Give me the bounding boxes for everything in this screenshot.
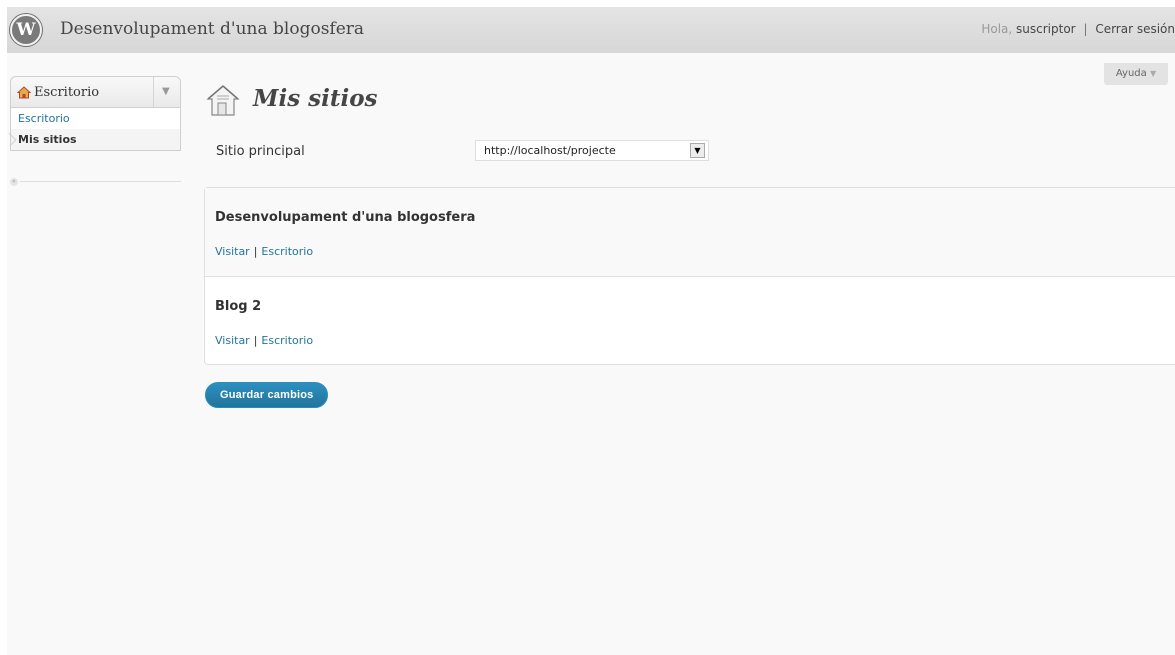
current-indicator (4, 132, 17, 146)
site-name: Desenvolupament d'una blogosfera (215, 210, 476, 225)
menu-divider (153, 77, 154, 107)
link-separator: | (253, 334, 258, 347)
site-name: Blog 2 (215, 299, 262, 314)
chevron-down-icon[interactable]: ▼ (162, 86, 170, 97)
greeting-text: Hola, (981, 22, 1013, 36)
visit-link[interactable]: Visitar (215, 334, 250, 347)
sites-table: Desenvolupament d'una blogosfera Visitar… (204, 187, 1175, 365)
site-row: Desenvolupament d'una blogosfera Visitar… (205, 188, 1175, 276)
admin-page: W Desenvolupament d'una blogosfera Hola,… (4, 7, 1175, 655)
site-links: Visitar | Escritorio (215, 245, 313, 258)
site-title[interactable]: Desenvolupament d'una blogosfera (60, 19, 364, 39)
submenu-item-mis-sitios[interactable]: Mis sitios (4, 129, 180, 150)
menu-dashboard-label: Escritorio (34, 85, 100, 100)
primary-site-select[interactable]: http://localhost/projecte ▼ (475, 140, 709, 161)
admin-header: W Desenvolupament d'una blogosfera Hola,… (7, 7, 1175, 53)
home-icon (17, 86, 31, 99)
page-title: Mis sitios (253, 85, 378, 112)
admin-menu: Escritorio ▼ Escritorio Mis sitios (4, 76, 181, 151)
dashboard-link[interactable]: Escritorio (261, 245, 313, 258)
dashboard-link[interactable]: Escritorio (261, 334, 313, 347)
site-links: Visitar | Escritorio (215, 334, 313, 347)
collapse-line (20, 181, 181, 182)
collapse-menu: « (10, 178, 181, 186)
primary-site-value: http://localhost/projecte (484, 144, 616, 157)
chevron-down-icon: ▼ (1149, 69, 1157, 78)
site-row: Blog 2 Visitar | Escritorio (205, 276, 1175, 364)
username-link[interactable]: suscriptor (1016, 22, 1076, 36)
help-tab-label: Ayuda (1115, 68, 1147, 79)
logout-link[interactable]: Cerrar sesión (1095, 22, 1175, 36)
menu-dashboard[interactable]: Escritorio ▼ (10, 76, 181, 108)
user-info: Hola, suscriptor | Cerrar sesión (981, 22, 1175, 36)
header-separator: | (1083, 22, 1088, 36)
house-page-icon (206, 85, 240, 116)
help-tab-button[interactable]: Ayuda ▼ (1104, 63, 1168, 85)
save-changes-button[interactable]: Guardar cambios (205, 382, 329, 408)
link-separator: | (253, 245, 258, 258)
submenu: Escritorio Mis sitios (4, 108, 181, 151)
primary-site-label: Sitio principal (216, 144, 305, 159)
submenu-item-label: Mis sitios (18, 133, 77, 146)
collapse-icon[interactable]: « (10, 178, 18, 186)
submenu-item-escritorio[interactable]: Escritorio (11, 108, 180, 129)
wordpress-logo-icon[interactable]: W (10, 14, 42, 46)
visit-link[interactable]: Visitar (215, 245, 250, 258)
chevron-down-icon[interactable]: ▼ (690, 143, 705, 158)
